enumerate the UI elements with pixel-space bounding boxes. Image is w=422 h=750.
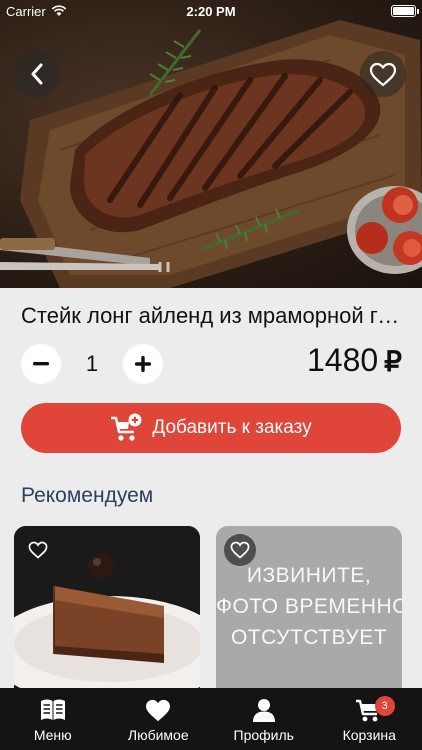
favorite-button[interactable] <box>360 51 406 97</box>
minus-icon <box>33 362 49 366</box>
heart-icon <box>146 699 171 721</box>
recommendation-card[interactable] <box>14 526 200 696</box>
recommendations-title: Рекомендуем <box>21 484 154 507</box>
unavailable-line: ИЗВИНИТЕ, <box>246 564 372 587</box>
book-icon <box>40 699 65 720</box>
tab-bar: Меню Любимое Профиль 3 Корзина <box>0 688 422 750</box>
card-favorite-button[interactable] <box>22 534 54 566</box>
battery-icon <box>391 5 419 17</box>
increase-button[interactable] <box>123 344 163 384</box>
product-title: Стейк лонг айленд из мраморной говядины <box>21 303 406 328</box>
tab-label: Любимое <box>127 727 189 743</box>
tab-profile[interactable]: Профиль <box>211 688 317 750</box>
tab-cart[interactable]: 3 Корзина <box>317 688 422 750</box>
tab-label: Меню <box>33 727 72 743</box>
status-bar: Carrier 2:20 PM <box>0 0 422 22</box>
unavailable-line: ФОТО ВРЕМЕННО <box>216 595 402 618</box>
recommendation-card[interactable]: ИЗВИНИТЕ, ФОТО ВРЕМЕННО ОТСУТСТВУЕТ <box>216 526 402 696</box>
wifi-icon <box>51 5 67 16</box>
unavailable-line: ОТСУТСТВУЕТ <box>230 626 388 649</box>
person-icon <box>252 699 275 722</box>
add-to-order-label: Добавить к заказу <box>152 417 312 438</box>
heart-outline-icon <box>28 541 48 559</box>
back-button[interactable] <box>14 51 60 97</box>
quantity-stepper: 1 <box>21 344 163 384</box>
plus-icon <box>135 356 151 372</box>
add-to-order-button[interactable]: Добавить к заказу <box>21 403 401 453</box>
product-image: Carrier 2:20 PM <box>0 0 422 288</box>
tab-menu[interactable]: Меню <box>0 688 106 750</box>
tab-label: Корзина <box>342 727 396 743</box>
price-value: 1480 <box>306 342 379 378</box>
tab-favorites[interactable]: Любимое <box>106 688 212 750</box>
steak-photo <box>0 20 422 288</box>
carrier-label: Carrier <box>6 3 46 19</box>
currency-symbol: ₽ <box>384 346 402 377</box>
photo-unavailable-text: ИЗВИНИТЕ, ФОТО ВРЕМЕННО ОТСУТСТВУЕТ <box>216 560 402 653</box>
chevron-left-icon <box>31 63 43 85</box>
tab-label: Профиль <box>233 727 294 743</box>
heart-outline-icon <box>369 62 397 86</box>
decrease-button[interactable] <box>21 344 61 384</box>
heart-outline-icon <box>230 541 250 559</box>
cart-add-icon <box>111 413 142 441</box>
battery-level <box>393 7 414 15</box>
cart-badge: 3 <box>374 696 395 716</box>
product-price: 1480 ₽ <box>307 342 402 379</box>
quantity-value: 1 <box>85 351 99 376</box>
